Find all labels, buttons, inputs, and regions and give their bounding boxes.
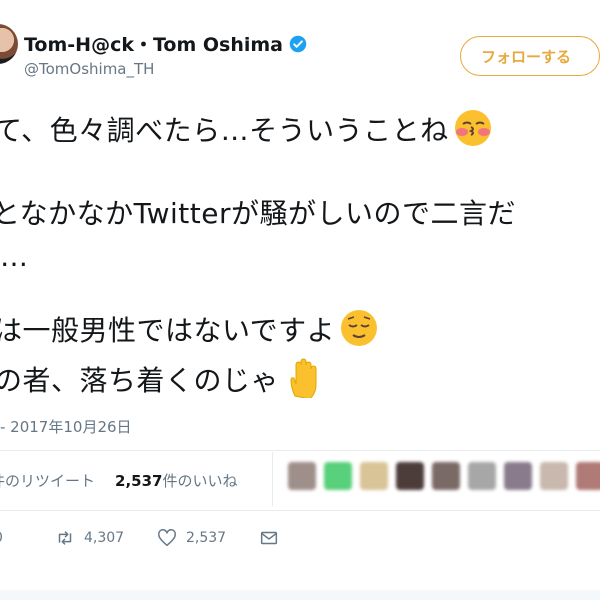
user-handle[interactable]: @TomOshima_TH — [24, 60, 154, 78]
avatar[interactable] — [0, 24, 18, 64]
retweet-icon — [58, 531, 72, 545]
tweet-text-line-3: … — [0, 240, 29, 273]
like-count: 2,537 — [186, 530, 227, 546]
relieved-face-emoji — [341, 310, 378, 346]
tweet-line-1-text: て、色々調べたら…そういうことね — [0, 114, 449, 147]
divider — [0, 450, 600, 451]
tweet-action-bar: 0 4,307 2,537 — [0, 527, 280, 549]
tweet-text-line-2: となかなかTwitterが騒がしいので二言だ — [0, 197, 517, 230]
tweet-text-line-1: て、色々調べたら…そういうことね — [0, 108, 493, 149]
tweet-stats: 件のリツイート 2,537件のいいね — [0, 470, 237, 491]
liker-avatar[interactable] — [288, 462, 316, 490]
liker-avatar[interactable] — [504, 462, 532, 490]
kissing-blushing-emoji — [454, 110, 491, 146]
tweet-timestamp[interactable]: - 2017年10月26日 — [0, 416, 132, 437]
like-button[interactable]: 2,537 — [156, 527, 258, 549]
verified-badge-icon — [289, 35, 307, 52]
tweet-text-line-5: の者、落ち着くのじゃ — [0, 358, 323, 400]
liker-avatars — [288, 462, 600, 490]
retweet-stat[interactable]: 件のリツイート — [0, 470, 95, 491]
retweet-count: 4,307 — [84, 530, 125, 546]
mail-icon — [260, 531, 278, 545]
reply-count: 0 — [0, 530, 3, 546]
user-name-row[interactable]: Tom-H@ck・Tom Oshima — [24, 30, 307, 57]
like-stat[interactable]: 2,537件のいいね — [115, 470, 237, 491]
tweet-line-5-text: の者、落ち着くのじゃ — [0, 364, 280, 397]
divider — [0, 510, 600, 511]
liker-avatar[interactable] — [396, 462, 424, 490]
liker-avatar[interactable] — [324, 462, 352, 490]
reply-action[interactable]: 0 — [0, 530, 54, 546]
tweet-line-4-text: は一般男性ではないですよ — [0, 314, 336, 347]
liker-avatar[interactable] — [576, 462, 600, 490]
stats-separator — [272, 452, 273, 506]
display-name[interactable]: Tom-H@ck・Tom Oshima — [24, 30, 283, 57]
follow-button[interactable]: フォローする — [460, 36, 600, 76]
like-stat-count: 2,537 — [115, 472, 163, 490]
liker-avatar[interactable] — [540, 462, 568, 490]
liker-avatar[interactable] — [360, 462, 388, 490]
raised-hand-emoji — [290, 358, 317, 400]
tweet-text-line-4: は一般男性ではないですよ — [0, 308, 379, 349]
retweet-stat-label: 件のリツイート — [0, 472, 96, 490]
direct-message-button[interactable] — [258, 527, 280, 549]
liker-avatar[interactable] — [468, 462, 496, 490]
heart-icon — [158, 529, 176, 547]
footer-strip — [0, 590, 600, 600]
retweet-button[interactable]: 4,307 — [54, 527, 156, 549]
like-stat-label: 件のいいね — [162, 472, 238, 490]
liker-avatar[interactable] — [432, 462, 460, 490]
